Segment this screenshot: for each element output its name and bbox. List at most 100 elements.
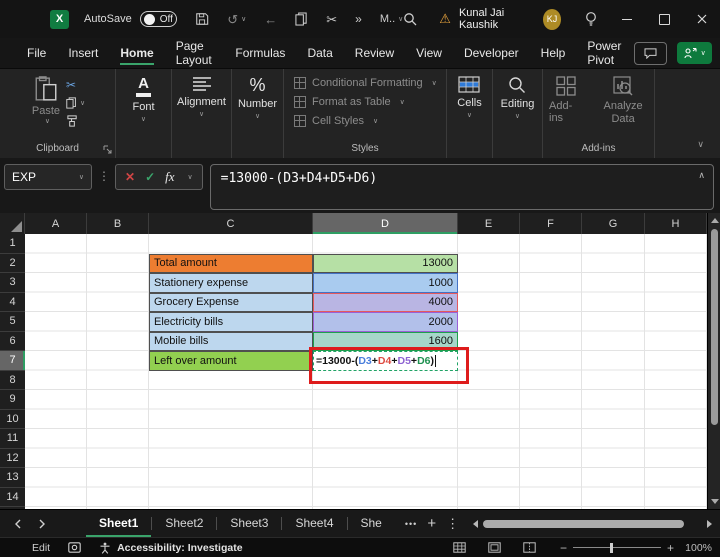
search-button[interactable] <box>403 12 417 26</box>
menu-tab-home[interactable]: Home <box>109 38 164 68</box>
cells-area[interactable]: Total amount13000Stationery expense1000G… <box>25 234 707 509</box>
row-header-14[interactable]: 14 <box>0 488 25 508</box>
cancel-button[interactable]: ✕ <box>125 170 135 184</box>
sheet-tab-sheet3[interactable]: Sheet3 <box>217 510 281 537</box>
dialog-launcher-icon[interactable] <box>103 145 112 154</box>
insert-function-button[interactable]: fx <box>165 169 174 185</box>
new-sheet-button[interactable]: + <box>427 515 436 532</box>
zoom-in-button[interactable]: + <box>667 541 674 555</box>
row-header-2[interactable]: 2 <box>0 254 25 274</box>
cell-D6[interactable]: 1600 <box>313 332 458 352</box>
back-button[interactable]: ← <box>264 13 277 26</box>
row-header-4[interactable]: 4 <box>0 293 25 313</box>
row-header-9[interactable]: 9 <box>0 390 25 410</box>
row-header-15[interactable]: 15 <box>0 507 25 509</box>
menu-tab-power-pivot[interactable]: Power Pivot <box>576 38 634 68</box>
row-header-13[interactable]: 13 <box>0 468 25 488</box>
zoom-knob[interactable] <box>610 543 613 553</box>
name-box[interactable]: EXP <box>4 164 92 190</box>
user-name[interactable]: Kunal Jai Kaushik <box>459 7 535 31</box>
next-sheet-button[interactable] <box>38 519 46 529</box>
column-header-B[interactable]: B <box>87 213 149 234</box>
vertical-scrollbar[interactable] <box>707 213 720 509</box>
collapse-formula-bar-button[interactable] <box>698 170 705 181</box>
row-header-3[interactable]: 3 <box>0 273 25 293</box>
zoom-out-button[interactable]: − <box>560 541 567 555</box>
number-button[interactable]: % Number <box>232 74 283 122</box>
cell-D5[interactable]: 2000 <box>313 312 458 332</box>
menu-tab-view[interactable]: View <box>405 38 453 68</box>
scroll-up-icon[interactable] <box>711 218 719 223</box>
cell-C7[interactable]: Left over amount <box>149 351 313 371</box>
column-header-C[interactable]: C <box>149 213 313 234</box>
document-title-dropdown[interactable]: M.. <box>380 13 403 25</box>
avatar[interactable]: KJ <box>543 9 561 30</box>
zoom-track[interactable] <box>573 547 661 549</box>
autosave-toggle[interactable]: Off <box>140 11 178 27</box>
row-header-12[interactable]: 12 <box>0 449 25 469</box>
horizontal-scrollbar-thumb[interactable] <box>483 520 684 528</box>
analyze-data-button[interactable]: Analyze Data <box>592 74 654 127</box>
cell-D2[interactable]: 13000 <box>313 254 458 274</box>
column-header-D[interactable]: D <box>313 213 458 234</box>
row-header-7[interactable]: 7 <box>0 351 25 371</box>
collapse-ribbon-button[interactable] <box>694 139 704 150</box>
save-button[interactable] <box>195 12 209 26</box>
maximize-button[interactable] <box>657 10 673 28</box>
cell-C4[interactable]: Grocery Expense <box>149 293 313 313</box>
scroll-down-icon[interactable] <box>711 499 719 504</box>
row-header-6[interactable]: 6 <box>0 332 25 352</box>
sheet-options-button[interactable]: ⋮ <box>446 516 459 532</box>
format-as-table-button[interactable]: Format as Table <box>294 96 438 108</box>
column-header-F[interactable]: F <box>520 213 582 234</box>
row-header-10[interactable]: 10 <box>0 410 25 430</box>
column-header-E[interactable]: E <box>458 213 520 234</box>
scroll-left-icon[interactable] <box>473 520 478 528</box>
formula-bar-input[interactable]: =13000-(D3+D4+D5+D6) <box>210 164 714 210</box>
column-header-H[interactable]: H <box>645 213 707 234</box>
conditional-formatting-button[interactable]: Conditional Formatting <box>294 77 438 89</box>
vertical-scrollbar-thumb[interactable] <box>711 229 718 425</box>
row-header-8[interactable]: 8 <box>0 371 25 391</box>
menu-tab-formulas[interactable]: Formulas <box>224 38 296 68</box>
cell-C3[interactable]: Stationery expense <box>149 273 313 293</box>
comments-button[interactable] <box>634 42 667 65</box>
column-header-A[interactable]: A <box>25 213 87 234</box>
row-header-11[interactable]: 11 <box>0 429 25 449</box>
menu-tab-data[interactable]: Data <box>296 38 343 68</box>
scroll-right-icon[interactable] <box>707 520 712 528</box>
macro-record-button[interactable] <box>68 542 81 553</box>
paste-button[interactable]: Paste <box>24 74 62 125</box>
select-all-button[interactable] <box>0 213 25 234</box>
page-layout-view-button[interactable] <box>488 542 501 553</box>
menu-tab-developer[interactable]: Developer <box>453 38 530 68</box>
undo-button[interactable]: ↺ <box>227 13 246 26</box>
font-button[interactable]: A Font <box>126 74 160 125</box>
normal-view-button[interactable] <box>453 542 466 553</box>
share-button[interactable] <box>677 42 712 64</box>
prev-sheet-button[interactable] <box>14 519 22 529</box>
sheet-tab-sheet2[interactable]: Sheet2 <box>152 510 216 537</box>
menu-tab-file[interactable]: File <box>16 38 57 68</box>
menu-tab-page-layout[interactable]: Page Layout <box>165 38 225 68</box>
qat-overflow-button[interactable]: » <box>355 13 362 25</box>
row-header-1[interactable]: 1 <box>0 234 25 254</box>
cell-D7[interactable]: =13000-(D3+D4+D5+D6) <box>313 351 458 371</box>
menu-tab-help[interactable]: Help <box>530 38 577 68</box>
horizontal-scrollbar[interactable] <box>473 519 712 529</box>
close-button[interactable] <box>694 10 710 28</box>
cut-button[interactable]: ✂ <box>326 13 337 26</box>
cell-D3[interactable]: 1000 <box>313 273 458 293</box>
accessibility-checker-button[interactable]: Accessibility: Investigate <box>99 542 242 554</box>
cell-C6[interactable]: Mobile bills <box>149 332 313 352</box>
copy-button[interactable] <box>66 96 85 110</box>
sheet-tab-sheet4[interactable]: Sheet4 <box>282 510 346 537</box>
more-sheets-button[interactable]: ••• <box>405 519 417 529</box>
page-break-view-button[interactable] <box>523 542 536 553</box>
minimize-button[interactable] <box>619 10 635 28</box>
addins-button[interactable]: Add-ins <box>543 74 588 126</box>
menu-tab-review[interactable]: Review <box>344 38 405 68</box>
enter-button[interactable]: ✓ <box>145 170 155 184</box>
zoom-slider[interactable]: − + <box>560 541 674 555</box>
cell-C2[interactable]: Total amount <box>149 254 313 274</box>
